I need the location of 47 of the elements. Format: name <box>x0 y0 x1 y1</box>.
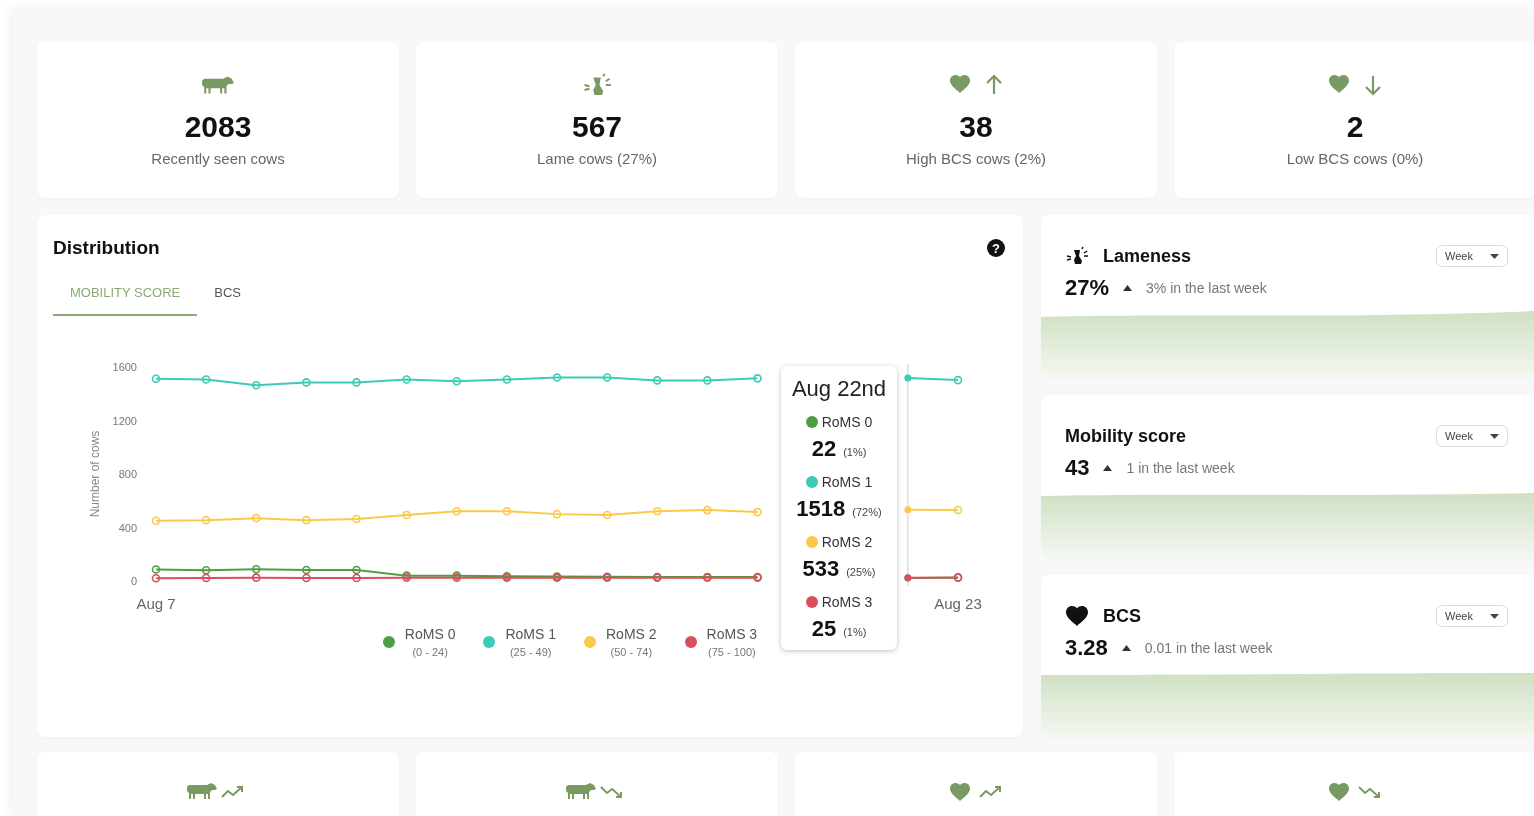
card-value: 43 <box>1065 455 1090 481</box>
series-percent: (25%) <box>846 566 876 578</box>
series-percent: (1%) <box>843 626 867 638</box>
legend-label: RoMS 2 <box>606 626 657 642</box>
card-value: 567 <box>571 110 623 144</box>
card-title: Mobility score <box>1065 425 1187 447</box>
change-text: 1 in the last week <box>1126 460 1235 476</box>
card-value: 3.28 <box>1065 635 1108 661</box>
tick-label: 400 <box>118 521 137 534</box>
series-percent: (1%) <box>843 446 867 458</box>
series-value: 1518 <box>796 496 846 522</box>
series-label: RoMS 2 <box>821 534 873 550</box>
legend-label: RoMS 0 <box>404 626 456 642</box>
card-label: Low BCS cows (0%) <box>1286 150 1424 167</box>
panel-title: Distribution <box>53 237 160 259</box>
card-label: Recently seen cows <box>151 150 285 167</box>
legend-range: (0 - 24) <box>412 646 448 658</box>
card-label: Lame cows (27%) <box>536 150 657 167</box>
series-percent: (72%) <box>852 506 882 518</box>
legend-range: (75 - 100) <box>708 646 756 658</box>
legend-range: (50 - 74) <box>610 646 653 658</box>
legend-range: (25 - 49) <box>509 646 552 658</box>
change-text: 3% in the last week <box>1146 280 1267 296</box>
legend-label: RoMS 1 <box>505 626 556 642</box>
card-value: 2 <box>1346 110 1364 144</box>
series-value: 25 <box>811 616 837 642</box>
card-title: Lameness <box>1103 245 1192 267</box>
card-value: 38 <box>959 110 993 144</box>
tick-label: 1600 <box>112 361 137 373</box>
series-label: RoMS 1 <box>821 474 873 490</box>
axis-title: Number of cows <box>88 430 102 518</box>
card-value: 27% <box>1065 275 1110 301</box>
tick-label: 1200 <box>112 414 137 427</box>
series-value: 533 <box>802 556 840 582</box>
tick-label: 800 <box>118 468 137 480</box>
series-label: RoMS 3 <box>821 594 873 610</box>
series-label: RoMS 0 <box>821 414 873 430</box>
legend-label: RoMS 3 <box>706 626 758 642</box>
card-value: 2083 <box>184 110 252 144</box>
tick-label: 0 <box>130 575 137 587</box>
card-title: BCS <box>1103 605 1141 627</box>
tooltip-title: Aug 22nd <box>791 376 887 402</box>
card-label: High BCS cows (2%) <box>905 150 1046 167</box>
tick-label: Aug 7 <box>136 595 176 612</box>
change-text: 0.01 in the last week <box>1144 640 1273 656</box>
series-value: 22 <box>811 436 837 462</box>
tick-label: Aug 23 <box>934 595 982 612</box>
